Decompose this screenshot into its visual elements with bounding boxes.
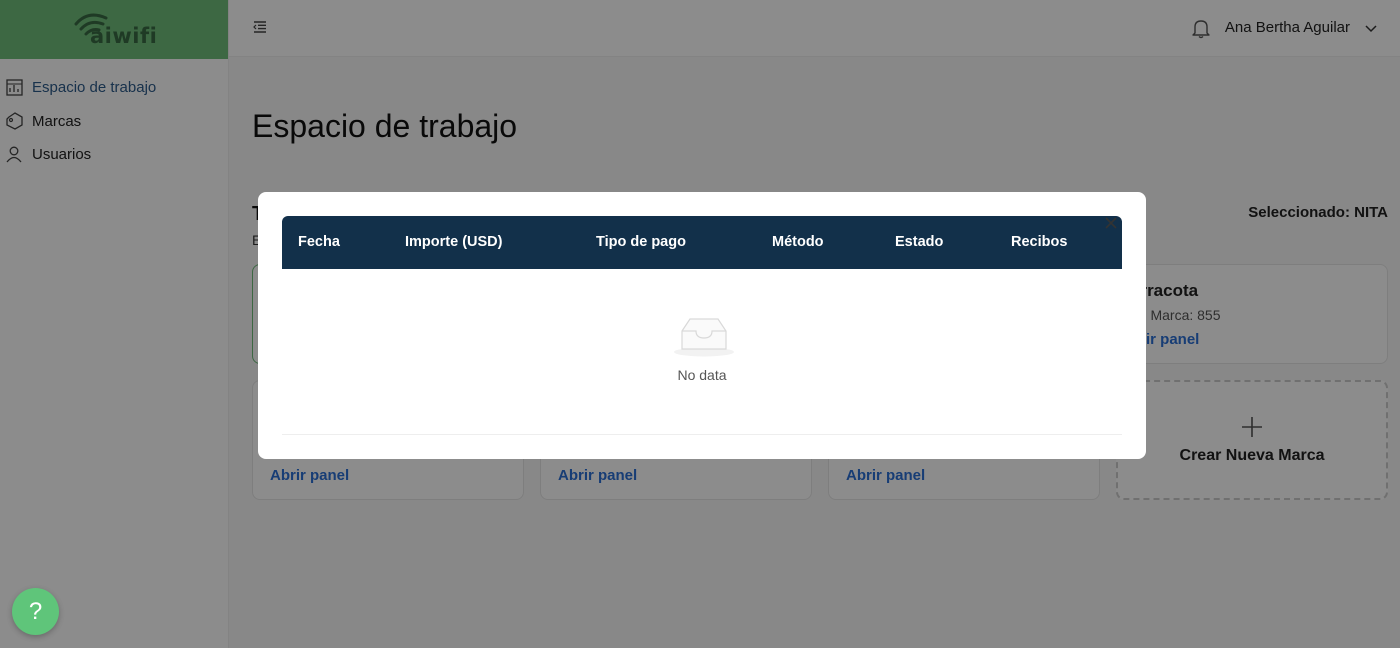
- payments-table: Fecha Importe (USD) Tipo de pago Método …: [282, 216, 1122, 435]
- table-header: Fecha Importe (USD) Tipo de pago Método …: [282, 216, 1122, 269]
- table-body: No data: [282, 269, 1122, 435]
- column-header-tipo-de-pago[interactable]: Tipo de pago: [596, 216, 686, 269]
- column-header-estado[interactable]: Estado: [895, 216, 943, 269]
- help-button[interactable]: ?: [12, 588, 59, 635]
- payments-modal: Fecha Importe (USD) Tipo de pago Método …: [258, 192, 1146, 459]
- column-header-recibos[interactable]: Recibos: [1011, 216, 1067, 269]
- close-icon[interactable]: [1104, 216, 1118, 230]
- empty-state-text: No data: [677, 367, 727, 383]
- column-header-fecha[interactable]: Fecha: [298, 216, 340, 269]
- column-header-importe[interactable]: Importe (USD): [405, 216, 502, 269]
- empty-inbox-icon: [674, 318, 734, 357]
- column-header-metodo[interactable]: Método: [772, 216, 824, 269]
